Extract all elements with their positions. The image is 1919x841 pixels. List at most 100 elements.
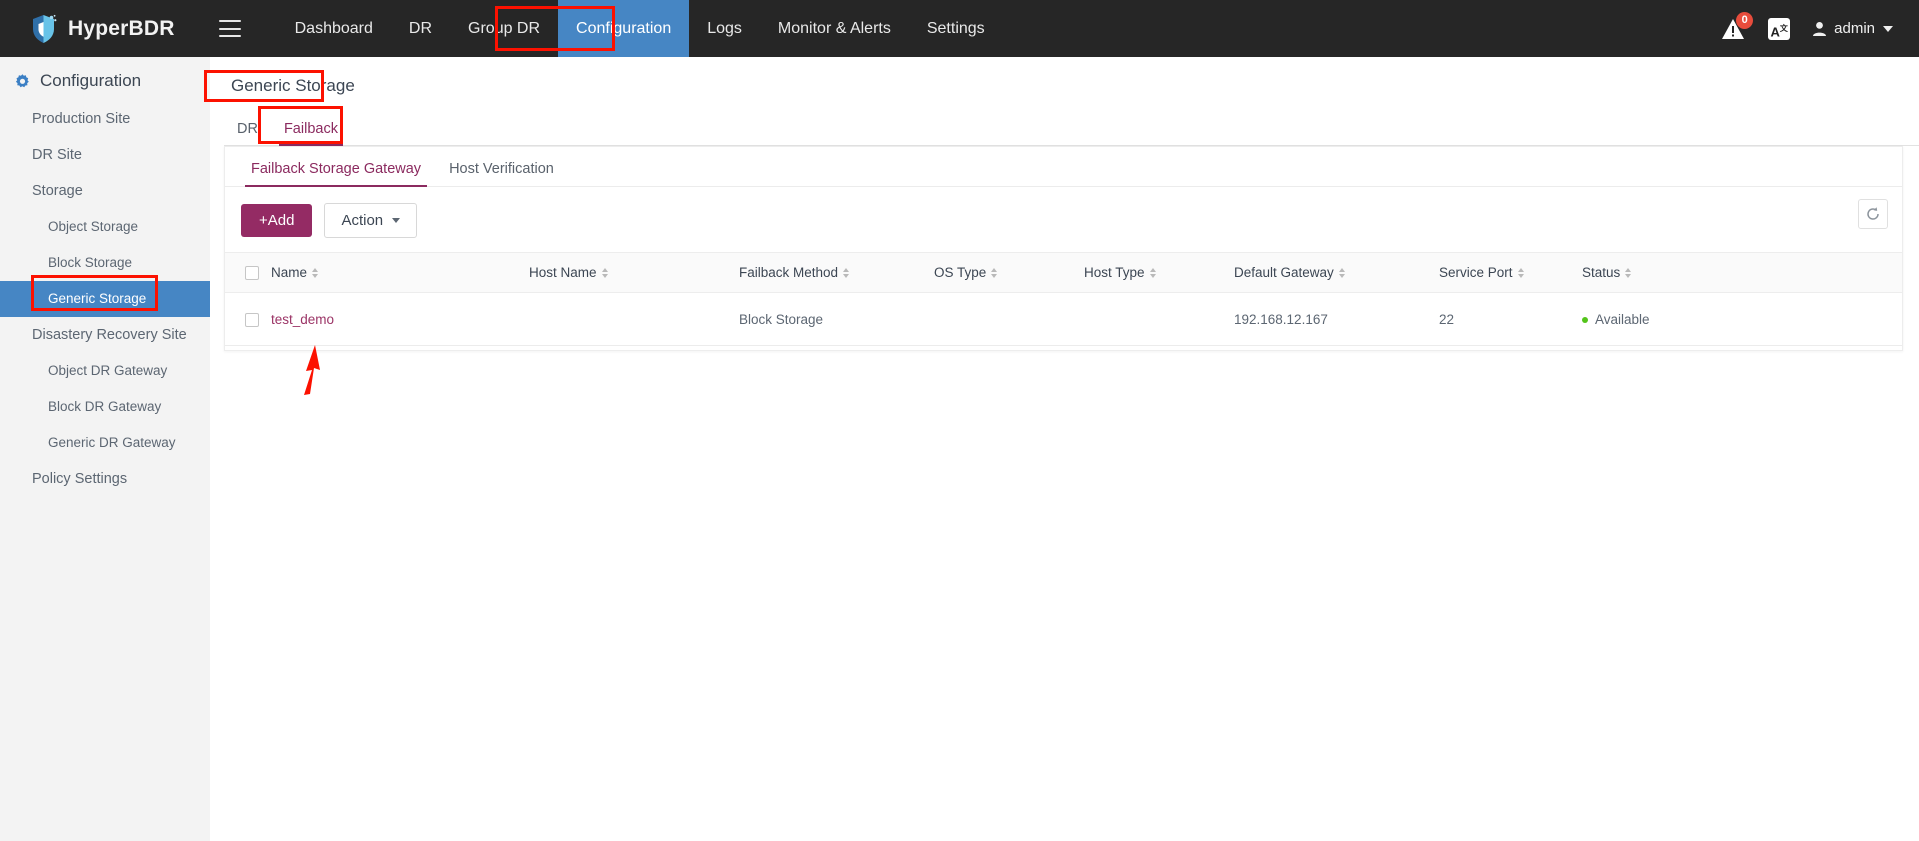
add-button[interactable]: +Add xyxy=(241,204,313,237)
status-dot-icon xyxy=(1582,317,1588,324)
column-header-status[interactable]: Status xyxy=(1582,251,1902,294)
column-header-label: Status xyxy=(1582,265,1621,281)
outer-tab-dr[interactable]: DR xyxy=(224,121,271,145)
failback-storage-gateway-table: Name Host Name Failback Method OS Type Host … xyxy=(225,251,1902,346)
sort-arrows-icon[interactable] xyxy=(601,267,608,278)
sidebar-item-disastery-recovery-site[interactable]: Disastery Recovery Site xyxy=(0,317,210,353)
column-header-label: OS Type xyxy=(934,265,987,281)
page-title: Generic Storage xyxy=(231,76,355,95)
checkbox-unchecked-icon[interactable] xyxy=(245,266,259,281)
row-default-gateway: 192.168.12.167 xyxy=(1234,292,1439,346)
outer-tab-failback[interactable]: Failback xyxy=(271,121,351,146)
user-name-label: admin xyxy=(1834,20,1875,37)
sidebar-header-label: Configuration xyxy=(40,71,142,90)
table-body: test_demo Block Storage 192.168.12.167 22 Av… xyxy=(225,292,1902,346)
row-host-type xyxy=(1084,292,1234,346)
action-dropdown-button[interactable]: Action xyxy=(324,203,418,238)
row-name-link[interactable]: test_demo xyxy=(271,292,529,346)
top-navigation-bar: HyperBDR Dashboard DR Group DR Configuratio… xyxy=(0,0,1919,57)
column-header-label: Host Type xyxy=(1084,265,1145,281)
sidebar-item-production-site[interactable]: Production Site xyxy=(0,101,210,137)
sidebar-item-block-dr-gateway[interactable]: Block DR Gateway xyxy=(0,389,210,425)
sort-arrows-icon[interactable] xyxy=(1149,267,1156,278)
sidebar-item-generic-dr-gateway[interactable]: Generic DR Gateway xyxy=(0,425,210,461)
row-name-link-text[interactable]: test_demo xyxy=(271,312,334,327)
column-header-label: Failback Method xyxy=(739,265,839,281)
sidebar-item-storage[interactable]: Storage xyxy=(0,173,210,209)
action-dropdown-label: Action xyxy=(341,212,384,229)
sort-arrows-icon[interactable] xyxy=(843,267,850,278)
column-header-label: Default Gateway xyxy=(1234,265,1334,281)
table-row[interactable]: test_demo Block Storage 192.168.12.167 22 Av… xyxy=(225,292,1902,346)
sort-arrows-icon[interactable] xyxy=(1338,267,1345,278)
nav-item-dr[interactable]: DR xyxy=(391,0,450,57)
chevron-down-icon xyxy=(1883,25,1893,32)
column-header-label: Service Port xyxy=(1439,265,1513,281)
column-header-failback-method[interactable]: Failback Method xyxy=(739,251,934,294)
row-host-name xyxy=(529,292,739,346)
nav-item-monitor-alerts[interactable]: Monitor & Alerts xyxy=(760,0,909,57)
nav-item-configuration[interactable]: Configuration xyxy=(558,0,690,57)
refresh-icon xyxy=(1867,207,1879,220)
inner-tab-failback-storage-gateway[interactable]: Failback Storage Gateway xyxy=(237,161,435,187)
sort-arrows-icon[interactable] xyxy=(1625,267,1632,278)
alert-warning-icon[interactable]: 0 xyxy=(1720,11,1754,42)
sidebar-item-object-dr-gateway[interactable]: Object DR Gateway xyxy=(0,353,210,389)
sidebar: Configuration Production Site DR Site Stor… xyxy=(0,57,210,841)
row-select-cell xyxy=(225,292,271,346)
sort-arrows-icon[interactable] xyxy=(1517,267,1524,278)
gear-config-icon xyxy=(15,73,29,87)
sidebar-item-dr-site[interactable]: DR Site xyxy=(0,137,210,173)
outer-tab-bar: DR Failback xyxy=(224,113,1919,146)
alert-count-badge: 0 xyxy=(1736,11,1754,29)
nav-item-dashboard[interactable]: Dashboard xyxy=(277,0,391,57)
row-service-port: 22 xyxy=(1439,292,1582,346)
row-failback-method: Block Storage xyxy=(739,292,934,346)
sort-arrows-icon[interactable] xyxy=(991,267,998,278)
top-nav-right: 0 A文 admin xyxy=(1720,0,1893,57)
sidebar-item-object-storage[interactable]: Object Storage xyxy=(0,209,210,245)
row-failback-method-text: Block Storage xyxy=(739,311,824,327)
row-os-type xyxy=(934,292,1084,346)
sidebar-item-block-storage[interactable]: Block Storage xyxy=(0,245,210,281)
sidebar-header: Configuration xyxy=(0,57,210,101)
table-toolbar: +Add Action xyxy=(225,187,1902,252)
inner-tab-bar: Failback Storage Gateway Host Verificatio… xyxy=(225,147,1902,187)
brand[interactable]: HyperBDR xyxy=(30,14,175,44)
row-status: Available xyxy=(1582,292,1902,346)
user-avatar-icon xyxy=(1813,21,1827,36)
column-header-host-name[interactable]: Host Name xyxy=(529,251,739,294)
row-service-port-text: 22 xyxy=(1439,311,1455,327)
sidebar-item-policy-settings[interactable]: Policy Settings xyxy=(0,461,210,497)
column-header-host-type[interactable]: Host Type xyxy=(1084,251,1234,294)
table-header-row: Name Host Name Failback Method OS Type Host … xyxy=(225,251,1902,294)
nav-item-logs[interactable]: Logs xyxy=(689,0,760,57)
checkbox-unchecked-icon[interactable] xyxy=(245,312,259,327)
column-header-service-port[interactable]: Service Port xyxy=(1439,251,1582,294)
language-icon-label: A xyxy=(1770,23,1780,39)
top-nav-items: Dashboard DR Group DR Configuration Logs Moni… xyxy=(277,0,1003,57)
content-panel: Failback Storage Gateway Host Verificatio… xyxy=(224,146,1903,351)
app-root: HyperBDR Dashboard DR Group DR Configuratio… xyxy=(0,0,1919,841)
column-header-default-gateway[interactable]: Default Gateway xyxy=(1234,251,1439,294)
language-translate-icon[interactable]: A文 xyxy=(1768,17,1791,40)
inner-tab-host-verification[interactable]: Host Verification xyxy=(435,161,568,186)
shield-logo-icon xyxy=(30,14,58,44)
row-default-gateway-text: 192.168.12.167 xyxy=(1234,311,1328,327)
column-header-label: Name xyxy=(271,265,308,281)
user-menu[interactable]: admin xyxy=(1812,20,1893,37)
sidebar-item-generic-storage[interactable]: Generic Storage xyxy=(0,281,210,317)
column-header-label: Host Name xyxy=(529,265,597,281)
refresh-button[interactable] xyxy=(1858,199,1888,229)
brand-name: HyperBDR xyxy=(68,16,175,40)
nav-item-group-dr[interactable]: Group DR xyxy=(450,0,558,57)
status-badge: Available xyxy=(1595,311,1650,327)
nav-item-settings[interactable]: Settings xyxy=(909,0,1003,57)
sort-arrows-icon[interactable] xyxy=(312,267,319,278)
main-content: Generic Storage DR Failback Failback Stor… xyxy=(210,57,1919,841)
column-header-os-type[interactable]: OS Type xyxy=(934,251,1084,294)
select-all-header xyxy=(225,251,271,294)
column-header-name[interactable]: Name xyxy=(271,251,529,294)
hamburger-menu-icon[interactable] xyxy=(218,20,241,37)
chevron-down-icon xyxy=(392,218,401,223)
